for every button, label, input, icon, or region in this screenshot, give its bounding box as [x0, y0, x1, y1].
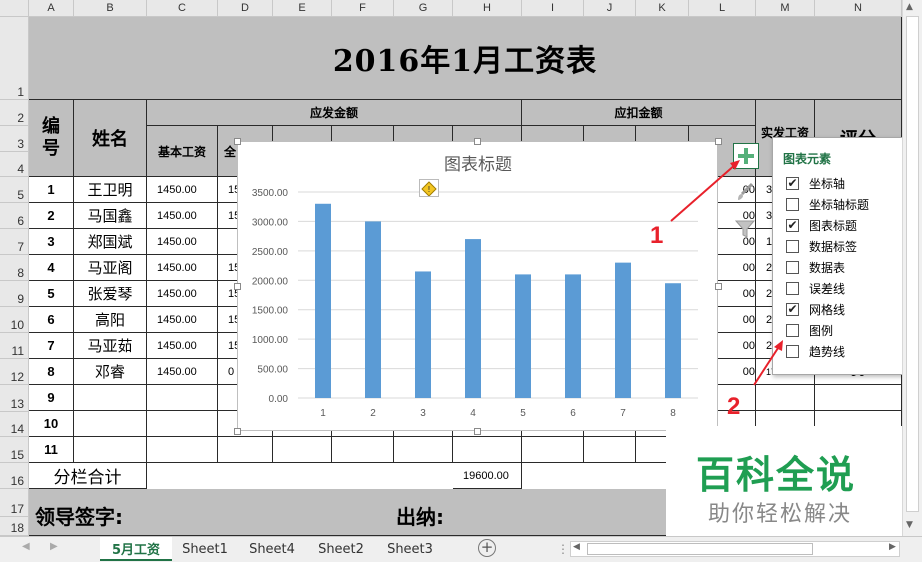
horizontal-scroll-thumb[interactable]	[587, 543, 813, 555]
watermark: 百科全说 助你轻松解决	[666, 426, 902, 536]
arrow-2-head	[774, 340, 783, 351]
vertical-scrollbar[interactable]: ▲ ▼	[902, 0, 922, 536]
sheet-tab[interactable]: Sheet4	[238, 537, 306, 561]
scroll-down-icon[interactable]: ▼	[906, 520, 913, 530]
tab-scroll-right-icon[interactable]: ▶	[50, 541, 58, 552]
sheet-tab[interactable]: Sheet3	[376, 537, 444, 561]
vertical-scroll-thumb[interactable]	[906, 16, 919, 512]
sheet-tab[interactable]: Sheet1	[172, 537, 238, 561]
annotation-2: 2	[727, 393, 741, 420]
hscroll-right-icon[interactable]: ▶	[889, 542, 896, 552]
sheet-tab-bar: ◀ ▶ 5月工资 Sheet1 Sheet4 Sheet2 Sheet3 + ⋮ ◀ ▶	[0, 536, 922, 562]
sheet-tab[interactable]: 5月工资	[100, 537, 172, 561]
watermark-sub: 助你轻松解决	[708, 502, 853, 527]
scroll-up-icon[interactable]: ▲	[906, 2, 913, 12]
horizontal-scrollbar[interactable]: ◀ ▶	[570, 541, 900, 557]
add-sheet-icon[interactable]: +	[478, 539, 496, 557]
hscroll-left-icon[interactable]: ◀	[573, 542, 580, 552]
sheet-tab[interactable]: Sheet2	[306, 537, 376, 561]
watermark-main: 百科全说	[696, 453, 857, 497]
annotation-1: 1	[650, 222, 664, 249]
tab-scroll-left-icon[interactable]: ◀	[22, 541, 30, 552]
arrow-1-line	[670, 163, 737, 222]
arrow-2-line	[753, 344, 781, 386]
tab-split-handle[interactable]: ⋮	[557, 542, 569, 556]
